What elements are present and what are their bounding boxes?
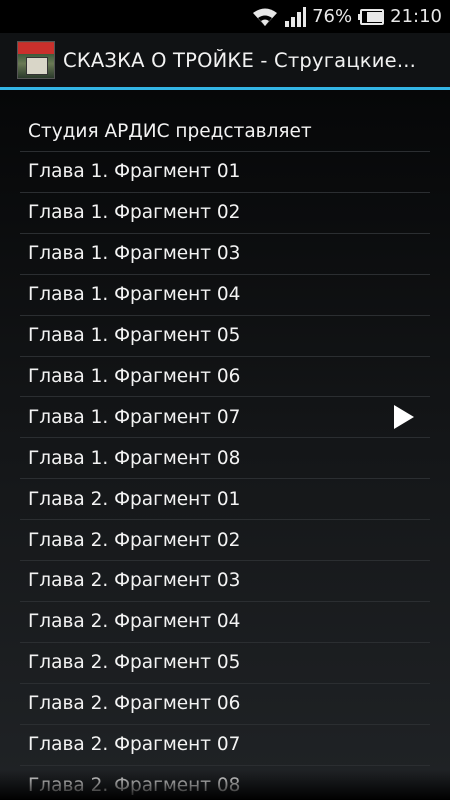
list-item[interactable]: Глава 1. Фрагмент 01 bbox=[20, 152, 430, 193]
list-item-label: Глава 1. Фрагмент 08 bbox=[28, 447, 241, 469]
list-item[interactable]: Глава 2. Фрагмент 06 bbox=[20, 684, 430, 725]
list-item[interactable]: Глава 2. Фрагмент 05 bbox=[20, 643, 430, 684]
list-item[interactable]: Глава 2. Фрагмент 07 bbox=[20, 725, 430, 766]
list-item-label: Глава 1. Фрагмент 06 bbox=[28, 365, 241, 387]
app-icon[interactable] bbox=[17, 41, 55, 79]
signal-icon bbox=[284, 6, 307, 27]
list-item-label: Студия АРДИС представляет bbox=[28, 120, 312, 142]
list-item-label: Глава 2. Фрагмент 01 bbox=[28, 488, 241, 510]
list-fade-edge bbox=[0, 770, 450, 800]
list-item-label: Глава 1. Фрагмент 01 bbox=[28, 161, 241, 183]
list-item[interactable]: Глава 2. Фрагмент 03 bbox=[20, 561, 430, 602]
list-item[interactable]: Глава 1. Фрагмент 07 bbox=[20, 397, 430, 439]
status-bar: 76% 21:10 bbox=[0, 0, 450, 33]
list-item-label: Глава 2. Фрагмент 04 bbox=[28, 611, 241, 633]
clock: 21:10 bbox=[390, 6, 442, 27]
list-item-label: Глава 2. Фрагмент 07 bbox=[28, 734, 241, 755]
list-item[interactable]: Глава 1. Фрагмент 08 bbox=[20, 438, 430, 480]
list-item[interactable]: Глава 2. Фрагмент 02 bbox=[20, 520, 430, 561]
battery-percent: 76% bbox=[312, 6, 353, 27]
play-icon[interactable] bbox=[394, 405, 414, 430]
list-item[interactable]: Глава 2. Фрагмент 04 bbox=[20, 602, 430, 643]
list-item[interactable]: Глава 1. Фрагмент 04 bbox=[20, 275, 430, 316]
list-item-label: Глава 1. Фрагмент 05 bbox=[28, 325, 241, 346]
list-item[interactable]: Глава 1. Фрагмент 02 bbox=[20, 193, 430, 234]
list-item[interactable]: Глава 1. Фрагмент 03 bbox=[20, 234, 430, 275]
list-item-label: Глава 1. Фрагмент 07 bbox=[28, 406, 241, 428]
battery-icon bbox=[358, 8, 385, 25]
list-item[interactable]: Глава 2. Фрагмент 01 bbox=[20, 479, 430, 521]
list-item-label: Глава 1. Фрагмент 04 bbox=[28, 284, 241, 306]
list-item[interactable]: Глава 1. Фрагмент 05 bbox=[20, 316, 430, 357]
wifi-icon bbox=[252, 7, 278, 27]
list-item[interactable]: Студия АРДИС представляет bbox=[20, 111, 430, 152]
page-title: СКАЗКА О ТРОЙКЕ - Стругацкие... bbox=[63, 48, 417, 72]
action-bar: СКАЗКА О ТРОЙКЕ - Стругацкие... bbox=[0, 33, 450, 90]
list-item-label: Глава 2. Фрагмент 06 bbox=[28, 693, 241, 715]
track-list[interactable]: Студия АРДИС представляет Глава 1. Фрагме… bbox=[0, 90, 450, 800]
list-item-label: Глава 2. Фрагмент 05 bbox=[28, 652, 241, 674]
list-item[interactable]: Глава 1. Фрагмент 06 bbox=[20, 356, 430, 398]
list-item-label: Глава 2. Фрагмент 03 bbox=[28, 570, 241, 592]
list-item-label: Глава 1. Фрагмент 03 bbox=[28, 243, 241, 265]
list-item-label: Глава 1. Фрагмент 02 bbox=[28, 202, 241, 224]
list-item-label: Глава 2. Фрагмент 02 bbox=[28, 529, 241, 551]
